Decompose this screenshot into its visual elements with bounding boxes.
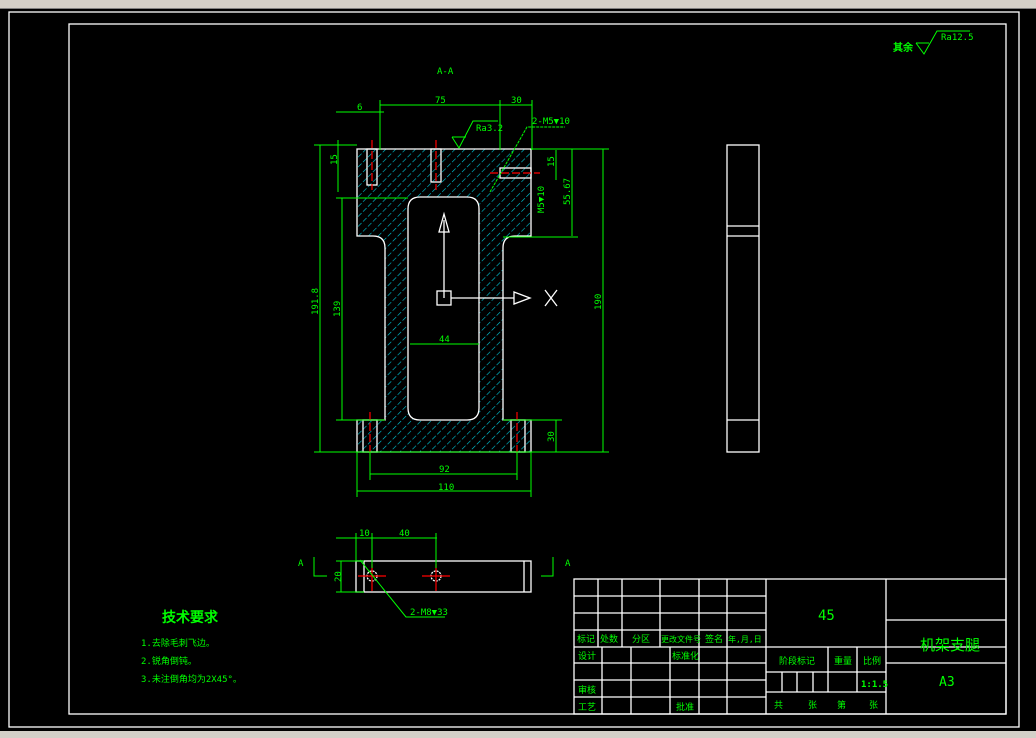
dimensions-hole_depth: 15 <box>330 154 340 165</box>
title-block: 标记 处数 分区 更改文件号 签名 年,月,日 设计 标准化 审核 工艺 批准 … <box>573 578 1007 715</box>
title_block-sheet_size: A3 <box>939 675 955 690</box>
title_block-page: 第 <box>837 699 846 711</box>
title_block-total: 共 <box>774 700 783 711</box>
title_block-part_name: 机架支腿 <box>920 636 980 654</box>
dimensions-right_15: 15 <box>547 156 557 167</box>
dimensions-thread_side: M5▼10 <box>537 186 547 213</box>
roughness-note: 其余 Ra12.5 <box>893 30 974 55</box>
outer-border <box>8 11 1020 728</box>
bottom-view: 10 40 20 2-M8▼33 A A <box>298 529 571 618</box>
dimensions-bottom_10: 10 <box>359 529 370 539</box>
status-bar <box>0 731 1036 738</box>
title_block-headers-4: 签名 <box>705 633 723 645</box>
title_block-headers-5: 年,月,日 <box>728 634 762 644</box>
view-label-right: A <box>565 559 571 569</box>
dimensions-bottom_40: 40 <box>399 529 410 539</box>
dimensions-top_width: 75 <box>435 96 446 106</box>
title_block-headers-1: 处数 <box>600 633 618 645</box>
title_block-headers-2: 分区 <box>632 634 650 645</box>
roughness_note-value: Ra12.5 <box>941 33 974 43</box>
title_block-page_unit: 张 <box>869 700 878 711</box>
title_block-design: 设计 <box>578 650 596 662</box>
title_block-process: 工艺 <box>578 702 596 713</box>
dimensions-hole_spacing: 92 <box>439 465 450 475</box>
tech_requirements-title: 技术要求 <box>162 609 219 626</box>
title_block-headers-3: 更改文件号 <box>661 634 701 644</box>
title_block-approve: 批准 <box>676 701 694 713</box>
tech_requirements-items-1: 2.锐角倒钝。 <box>141 655 197 667</box>
title_block-scale: 1:1.5 <box>861 680 888 690</box>
dimensions-surface_roughness: Ra3.2 <box>476 124 503 134</box>
dimensions-thread_top: 2-M5▼10 <box>532 117 570 127</box>
roughness_note-label: 其余 <box>893 41 914 54</box>
tech_requirements-items-0: 1.去除毛刺飞边。 <box>141 637 215 649</box>
section-view <box>356 140 558 455</box>
dimensions-hole_offset: 6 <box>357 103 362 113</box>
title_block-sheets: 张 <box>808 700 817 711</box>
title_block-scale_label: 比例 <box>863 655 881 667</box>
tech_requirements-items-2: 3.未注倒角均为2X45°。 <box>141 673 242 685</box>
technical-requirements: 技术要求 1.去除毛刺飞边。 2.锐角倒钝。 3.未注倒角均为2X45°。 <box>141 609 242 685</box>
title_block-weight: 重量 <box>834 655 852 667</box>
section-label: A-A <box>437 67 454 77</box>
dimensions-bottom_height: 20 <box>334 571 344 582</box>
dimensions-right_offset: 55.67 <box>563 178 573 205</box>
title_block-stage_mark: 阶段标记 <box>779 655 815 667</box>
dimensions-overall_height_left: 191.8 <box>311 288 321 315</box>
dimensions-overall_height: 190 <box>594 294 604 310</box>
title_block-standardization: 标准化 <box>672 650 699 662</box>
dimensions-inner_height: 139 <box>333 301 343 317</box>
title_block-material: 45 <box>818 608 835 624</box>
title_block-headers-0: 标记 <box>577 633 595 645</box>
dimensions-bottom_thread: 2-M8▼33 <box>410 608 448 618</box>
dimensions-overall_width: 110 <box>438 483 454 493</box>
cad-drawing-canvas[interactable]: 其余 Ra12.5 A-A 75 30 6 Ra3.2 2-M5▼10 M5▼1… <box>0 0 1036 738</box>
title_block-review: 审核 <box>578 684 596 696</box>
dimensions-slot_width: 44 <box>439 335 450 345</box>
dimensions-foot_height: 30 <box>547 431 557 442</box>
side-view <box>726 144 760 453</box>
dimensions-top_right: 30 <box>511 96 522 106</box>
view-label-left: A <box>298 559 304 569</box>
